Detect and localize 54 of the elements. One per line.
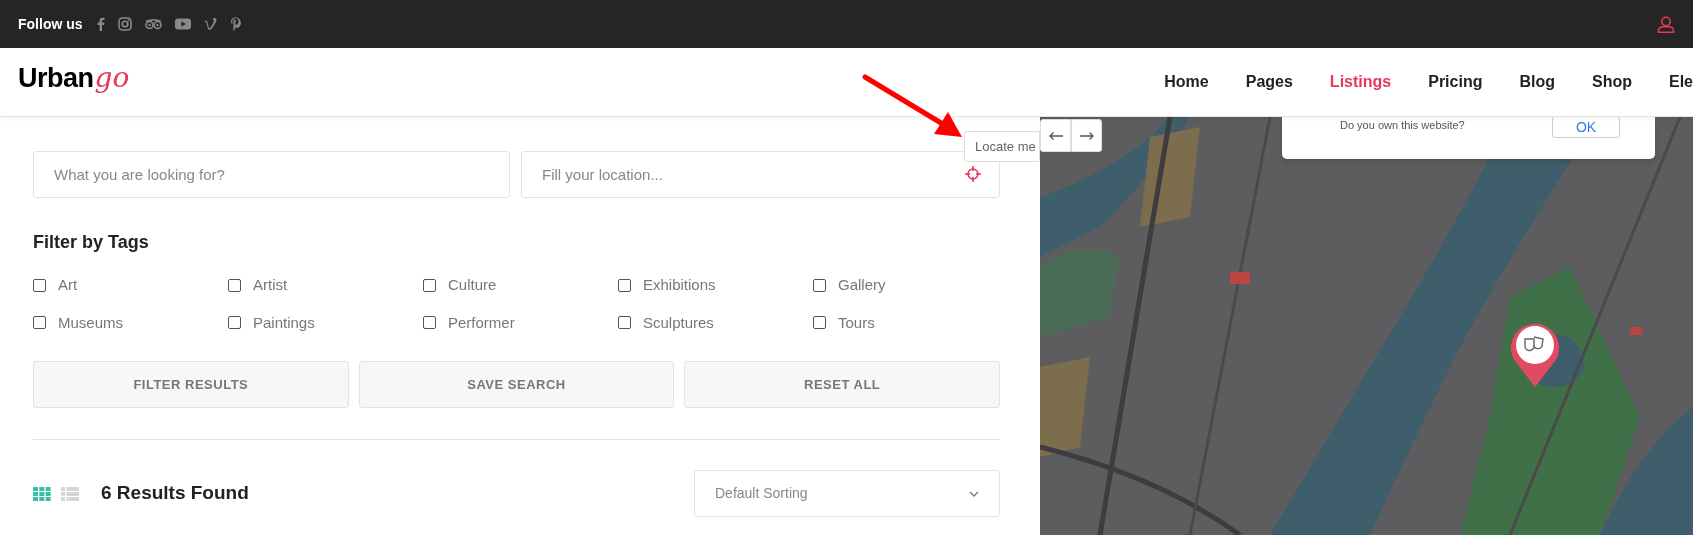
filter-title: Filter by Tags	[33, 231, 150, 254]
sort-dropdown[interactable]: Default Sorting	[694, 470, 1000, 517]
tag-label: Artist	[253, 275, 288, 295]
nav-link[interactable]: Listings	[1329, 70, 1392, 94]
checkbox[interactable]	[228, 278, 241, 292]
arrow-left-icon	[1047, 130, 1064, 141]
results-count: 6 Results Found	[101, 481, 249, 506]
follow-label: Follow us	[18, 14, 83, 34]
next-button[interactable]	[1071, 119, 1102, 152]
action-button[interactable]: RESET ALL	[684, 361, 1000, 408]
checkbox[interactable]	[813, 278, 826, 292]
pinterest-icon[interactable]	[229, 17, 241, 31]
tag-label: Tours	[838, 312, 875, 333]
nav-link[interactable]: Home	[1164, 70, 1209, 94]
checkbox[interactable]	[423, 316, 436, 330]
checkbox[interactable]	[33, 316, 46, 330]
checkbox[interactable]	[618, 278, 631, 292]
user-icon[interactable]	[1657, 15, 1675, 33]
tag-label: Museums	[58, 312, 124, 333]
tag-label: Sculptures	[643, 312, 714, 333]
owl-icon[interactable]	[144, 18, 162, 30]
nav-link[interactable]: Shop	[1592, 70, 1632, 94]
nav-link[interactable]: Pages	[1245, 70, 1293, 94]
checkbox[interactable]	[618, 316, 631, 330]
arrow-right-icon	[1078, 130, 1095, 141]
checkbox[interactable]	[228, 316, 241, 330]
tag-label: Culture	[448, 275, 497, 295]
action-button[interactable]: FILTER RESULTS	[33, 361, 349, 408]
ok-button[interactable]: OK	[1552, 117, 1620, 138]
chevron-down-icon	[969, 490, 979, 497]
logo[interactable]: Urbango	[18, 58, 132, 106]
nav-link[interactable]: Pricing	[1428, 70, 1483, 94]
map-pin-icon[interactable]	[1509, 321, 1561, 387]
vimeo-icon[interactable]	[203, 18, 217, 30]
tag-label: Exhibitions	[643, 275, 716, 295]
tag-label: Art	[58, 275, 78, 295]
dialog-text: Do you own this website?	[1340, 118, 1465, 132]
previous-button[interactable]	[1040, 119, 1071, 152]
nav-link[interactable]: Ele	[1669, 70, 1693, 94]
youtube-icon[interactable]	[174, 18, 191, 30]
location-field[interactable]: Fill your location...	[521, 151, 1000, 198]
nav-link[interactable]: Blog	[1519, 70, 1555, 94]
checkbox[interactable]	[813, 316, 826, 330]
action-button[interactable]: SAVE SEARCH	[358, 361, 675, 408]
crosshair-icon[interactable]	[965, 166, 981, 182]
search-field[interactable]: What you are looking for?	[33, 151, 510, 198]
facebook-icon[interactable]	[96, 17, 105, 31]
tag-label: Paintings	[253, 312, 315, 333]
tag-label: Gallery	[838, 275, 886, 295]
instagram-icon[interactable]	[117, 17, 132, 31]
tag-label: Performer	[448, 312, 515, 333]
locate-tooltip: Locate me	[964, 131, 1040, 162]
checkbox[interactable]	[423, 278, 436, 292]
checkbox[interactable]	[33, 278, 46, 292]
